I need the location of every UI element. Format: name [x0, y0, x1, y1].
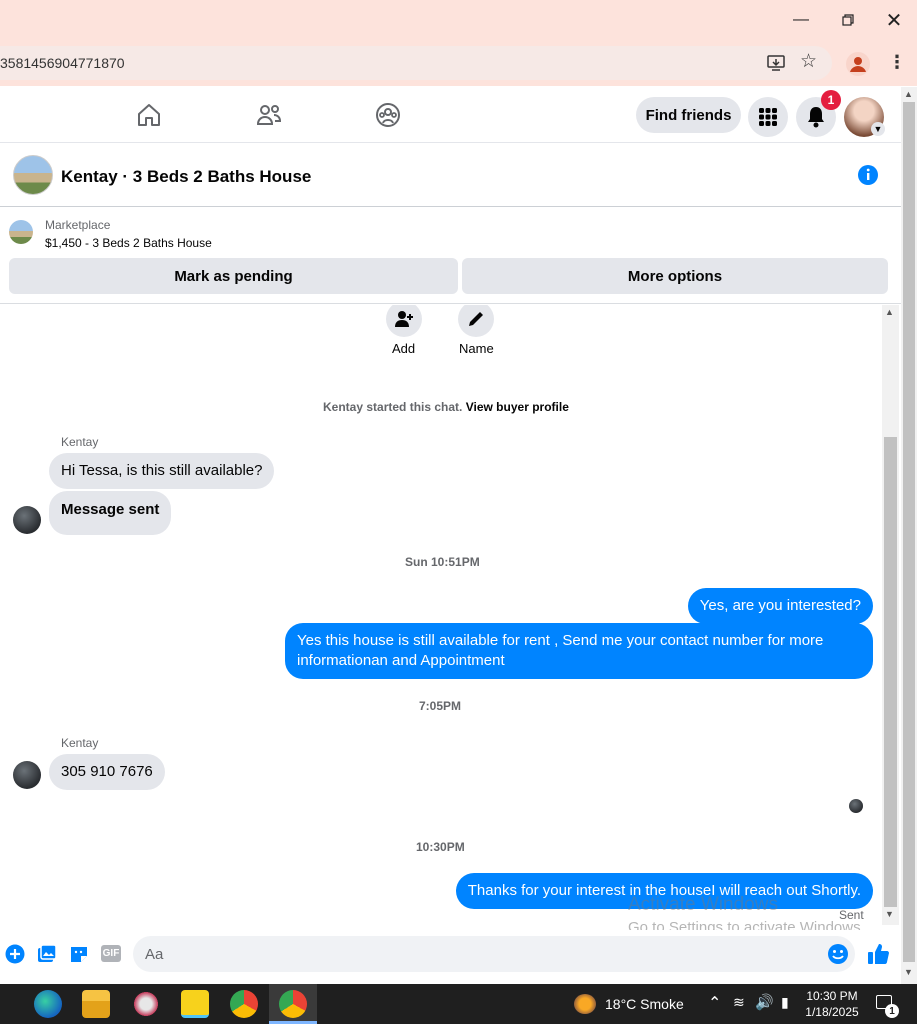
- clock-date: 1/18/2025: [805, 1005, 859, 1019]
- find-friends-button[interactable]: Find friends: [636, 97, 741, 133]
- wifi-icon[interactable]: ≋: [733, 994, 745, 1011]
- add-person-icon: [395, 311, 413, 327]
- notification-center-badge: 1: [885, 1004, 899, 1018]
- edge-icon[interactable]: [34, 990, 62, 1018]
- plus-circle-icon[interactable]: [5, 944, 25, 964]
- timestamp: 10:30PM: [416, 840, 465, 854]
- scroll-up-icon[interactable]: ▲: [885, 307, 894, 317]
- gif-button[interactable]: GIF: [101, 945, 121, 962]
- sender-avatar[interactable]: [13, 761, 41, 789]
- notification-badge: 1: [821, 90, 841, 110]
- chevron-up-icon[interactable]: ⌃: [708, 993, 721, 1013]
- weather-text[interactable]: 18°C Smoke: [605, 996, 684, 1012]
- listing-small-thumbnail: [9, 220, 33, 244]
- page-scrollbar-thumb[interactable]: [903, 102, 915, 962]
- chrome-profile-a-icon[interactable]: [230, 990, 258, 1018]
- message-bubble-in[interactable]: 305 910 7676: [49, 754, 165, 790]
- message-input[interactable]: [133, 936, 855, 972]
- profile-icon: [850, 57, 866, 72]
- chat-started-notice: Kentay started this chat. View buyer pro…: [323, 400, 569, 414]
- chat-header: Kentay · 3 Beds 2 Baths House: [0, 143, 901, 207]
- paint-icon[interactable]: [132, 990, 160, 1018]
- listing-thumbnail[interactable]: [13, 155, 53, 195]
- listing-title[interactable]: $1,450 - 3 Beds 2 Baths House: [45, 236, 212, 250]
- timestamp: Sun 10:51PM: [405, 555, 480, 569]
- chevron-down-icon[interactable]: ▼: [871, 122, 885, 136]
- bell-icon: [808, 107, 824, 128]
- sender-name: Kentay: [61, 736, 99, 750]
- page-scroll-up-icon[interactable]: ▲: [904, 89, 913, 99]
- menu-button[interactable]: [748, 97, 788, 137]
- profile-button[interactable]: [846, 52, 870, 76]
- scroll-down-icon[interactable]: ▼: [885, 909, 894, 919]
- pencil-icon: [469, 312, 483, 326]
- chat-started-text: Kentay started this chat.: [323, 400, 463, 414]
- facebook-nav-bar: Find friends ▼: [0, 87, 901, 143]
- message-bubble-out[interactable]: Yes, are you interested?: [687, 588, 873, 624]
- emoji-icon[interactable]: [827, 943, 849, 965]
- clock[interactable]: 10:30 PM 1/18/2025: [800, 988, 864, 1020]
- file-explorer-icon[interactable]: [82, 990, 110, 1018]
- close-button[interactable]: ✕: [871, 0, 917, 40]
- message-bubble-in[interactable]: Hi Tessa, is this still available?: [49, 453, 275, 489]
- browser-title-bar: — ✕: [0, 0, 917, 40]
- bookmark-star-icon[interactable]: ☆: [800, 50, 817, 73]
- mark-as-pending-button[interactable]: Mark as pending: [9, 258, 458, 294]
- volume-icon[interactable]: 🔊: [755, 993, 774, 1011]
- view-buyer-profile-link[interactable]: View buyer profile: [466, 400, 569, 414]
- info-icon[interactable]: [857, 164, 879, 186]
- marketplace-label: Marketplace: [45, 218, 111, 232]
- messages-scrollbar-thumb[interactable]: [884, 437, 897, 907]
- more-options-button[interactable]: More options: [462, 258, 888, 294]
- groups-icon[interactable]: [374, 101, 402, 129]
- sticker-icon[interactable]: [69, 944, 89, 964]
- add-people-button[interactable]: [386, 305, 422, 337]
- read-receipt-avatar: [849, 799, 863, 813]
- name-chat-button[interactable]: [458, 305, 494, 337]
- home-icon[interactable]: [135, 101, 163, 129]
- browser-menu-icon[interactable]: ⋮: [888, 52, 906, 73]
- url-text[interactable]: 3581456904771870: [0, 55, 125, 71]
- thumbs-up-icon[interactable]: [866, 942, 890, 966]
- timestamp: 7:05PM: [419, 699, 462, 713]
- clock-time: 10:30 PM: [806, 989, 858, 1003]
- sender-name: Kentay: [61, 435, 99, 449]
- message-bubble-in[interactable]: Message sent: [49, 491, 172, 535]
- battery-icon[interactable]: ▮: [781, 994, 789, 1011]
- chrome-active-task[interactable]: [269, 984, 317, 1024]
- close-icon: ✕: [885, 9, 903, 32]
- sticky-notes-icon[interactable]: [181, 990, 209, 1018]
- minimize-button[interactable]: —: [778, 0, 824, 40]
- page-scroll-down-icon[interactable]: ▼: [904, 967, 913, 977]
- install-app-icon[interactable]: [767, 54, 785, 72]
- message-list: Add Name Kentay started this chat. View …: [0, 305, 882, 930]
- message-bubble-out[interactable]: Yes this house is still available for re…: [285, 623, 873, 679]
- chrome-icon: [279, 990, 307, 1018]
- message-composer: GIF: [0, 930, 901, 984]
- sender-avatar[interactable]: [13, 506, 41, 534]
- weather-icon[interactable]: [574, 994, 596, 1014]
- restore-icon: [842, 14, 854, 26]
- activation-watermark-title: Activate Windows: [628, 894, 778, 915]
- windows-taskbar: 18°C Smoke ⌃ ≋ 🔊 ▮ 10:30 PM 1/18/2025 1: [0, 984, 917, 1024]
- minimize-icon: —: [793, 11, 809, 28]
- name-label: Name: [459, 341, 494, 356]
- friends-icon[interactable]: [255, 101, 283, 129]
- chat-title[interactable]: Kentay · 3 Beds 2 Baths House: [61, 167, 311, 187]
- menu-grid-icon: [759, 108, 777, 126]
- omnibox[interactable]: 3581456904771870 ☆: [0, 46, 832, 80]
- marketplace-strip: Marketplace $1,450 - 3 Beds 2 Baths Hous…: [0, 208, 901, 304]
- photo-icon[interactable]: [37, 944, 57, 964]
- add-label: Add: [392, 341, 416, 356]
- address-bar-row: 3581456904771870 ☆ ⋮: [0, 40, 917, 86]
- restore-button[interactable]: [825, 0, 871, 40]
